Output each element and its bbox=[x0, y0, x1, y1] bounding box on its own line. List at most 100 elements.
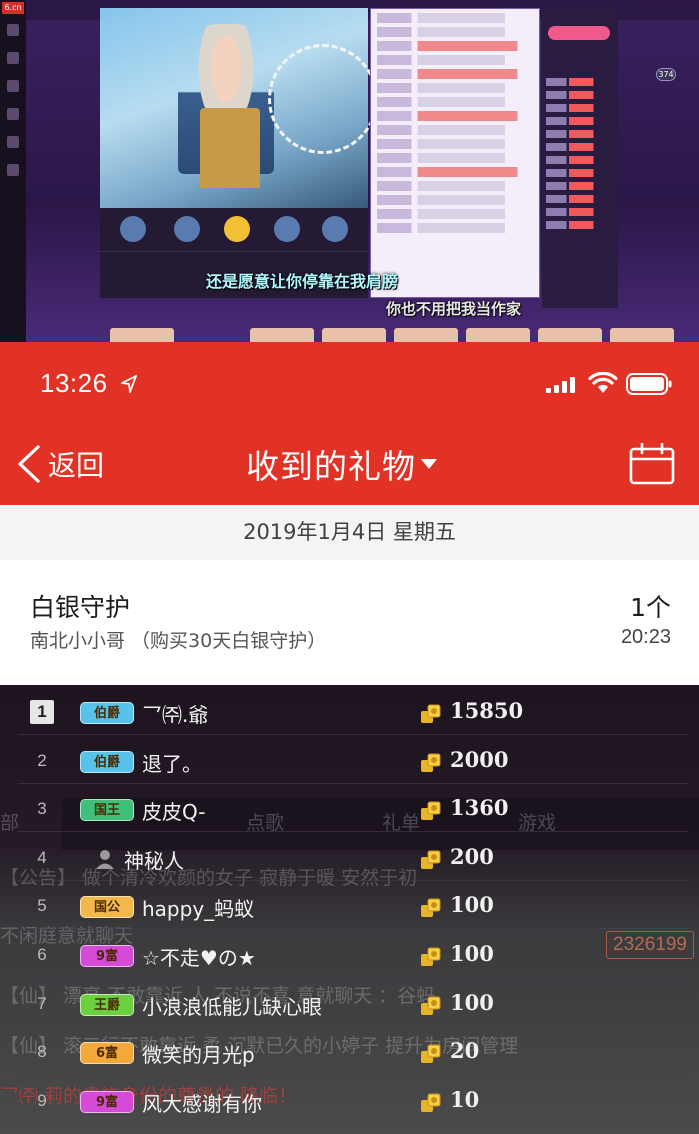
ranking-row[interactable]: 5 国公 happy_蚂蚁 100 bbox=[18, 885, 688, 930]
rank-username: 退了。 bbox=[142, 751, 202, 776]
coin-icon bbox=[421, 996, 441, 1015]
rank-username: 皮皮Q- bbox=[142, 800, 206, 825]
ranking-row[interactable]: 8 6富 微笑的月光p 20 bbox=[18, 1031, 688, 1076]
coin-icon bbox=[421, 1044, 441, 1064]
ranking-row[interactable]: 4 神秘人 200 bbox=[18, 837, 688, 881]
gift-amount: 2000 bbox=[450, 746, 509, 772]
thumbnail bbox=[610, 328, 674, 342]
thumbnail bbox=[538, 328, 602, 342]
desktop-screenshot: 6.cn 374 还是愿意让你停靠在我肩膀 你也不用把我当作家 bbox=[0, 0, 699, 342]
live-video bbox=[100, 8, 378, 208]
calendar-icon[interactable] bbox=[629, 443, 675, 485]
rank-line bbox=[546, 169, 614, 177]
chat-line bbox=[377, 125, 533, 135]
rank-username: 微笑的月光p bbox=[142, 1043, 255, 1068]
gift-record-card[interactable]: 白银守护 南北小小哥 （购买30天白银守护） 1个 20:23 bbox=[0, 560, 699, 685]
rank-badge: 伯爵 bbox=[80, 750, 134, 773]
rank-username: 风大感谢有你 bbox=[142, 1091, 262, 1116]
rank-badge: 9富 bbox=[80, 945, 134, 967]
rank-line bbox=[546, 78, 614, 86]
rank-number: 4 bbox=[37, 847, 47, 867]
rank-username: 神秘人 bbox=[124, 848, 184, 873]
ranking-screenshot: 部 点歌 礼单 游戏 【公告】 做个清冷欢颜的女子 寂静于暖 安然于初 不闲庭意… bbox=[0, 685, 699, 1134]
rank-badge: 国公 bbox=[80, 896, 134, 919]
ranking-row[interactable]: 7 王爵 小浪浪低能儿缺心眼 100 bbox=[18, 983, 688, 1027]
thumbnail bbox=[466, 328, 530, 342]
gift-amount: 100 bbox=[450, 941, 494, 966]
coin-icon bbox=[421, 801, 441, 821]
ranking-row[interactable]: 3 国王 皮皮Q- 1360 bbox=[18, 788, 688, 833]
thumbnail-strip bbox=[100, 314, 690, 342]
gift-icon bbox=[224, 216, 250, 242]
gift-amount: 1360 bbox=[450, 795, 509, 821]
gift-amount: 100 bbox=[450, 892, 494, 918]
chat-line bbox=[377, 55, 533, 65]
rank-number: 9 bbox=[37, 1090, 47, 1110]
rank-number: 5 bbox=[37, 896, 47, 916]
gift-icon bbox=[274, 216, 300, 242]
page-title: 收到的礼物 bbox=[246, 447, 416, 486]
back-button[interactable]: 返回 bbox=[14, 442, 104, 486]
chat-line bbox=[377, 69, 533, 79]
rank-username: happy_蚂蚁 bbox=[142, 897, 255, 922]
chat-line bbox=[377, 167, 533, 177]
rank-badge: 伯爵 bbox=[80, 702, 134, 724]
sidebar-icon bbox=[7, 52, 19, 64]
chat-line bbox=[377, 209, 533, 219]
rank-username: 乛㈜.爺 bbox=[142, 703, 209, 727]
video-tabs bbox=[100, 240, 368, 252]
rank-number: 3 bbox=[37, 799, 47, 819]
rank-line bbox=[546, 156, 614, 164]
gift-time: 20:23 bbox=[620, 626, 671, 648]
gift-name: 白银守护 bbox=[30, 593, 131, 622]
thumbnail bbox=[394, 328, 458, 342]
rank-line bbox=[546, 221, 614, 229]
back-label: 返回 bbox=[48, 449, 105, 482]
chevron-left-icon bbox=[18, 445, 40, 483]
ranking-row[interactable]: 2 伯爵 退了。 2000 bbox=[18, 740, 688, 784]
chat-line bbox=[377, 139, 533, 149]
rank-line bbox=[546, 130, 614, 138]
mystery-user-icon bbox=[96, 849, 114, 869]
sidebar-icon bbox=[7, 80, 19, 92]
sidebar-icon bbox=[7, 136, 19, 148]
gift-amount: 15850 bbox=[450, 698, 524, 723]
coin-icon bbox=[421, 947, 441, 966]
chat-line bbox=[377, 111, 533, 121]
app-header: 13:26 返回 收到的礼物 bbox=[0, 342, 699, 505]
coin-icon bbox=[421, 850, 441, 869]
ranking-row[interactable]: 9 9富 风大感谢有你 10 bbox=[18, 1080, 688, 1124]
sidebar-icon bbox=[7, 164, 19, 176]
chat-line bbox=[377, 83, 533, 93]
chat-panel bbox=[370, 8, 540, 298]
gift-icon bbox=[322, 216, 348, 242]
gift-count: 1个 bbox=[630, 593, 671, 622]
coin-icon bbox=[421, 753, 441, 772]
chat-line bbox=[377, 41, 533, 51]
rank-line bbox=[546, 195, 614, 203]
gift-amount: 200 bbox=[450, 843, 494, 869]
location-arrow-icon bbox=[121, 375, 137, 393]
rank-line bbox=[546, 182, 614, 190]
rank-line bbox=[546, 104, 614, 112]
title-dropdown[interactable]: 收到的礼物 bbox=[246, 440, 438, 488]
lyric-subtitle: 还是愿意让你停靠在我肩膀 bbox=[206, 272, 399, 291]
rank-panel bbox=[542, 8, 618, 308]
sidebar-icon bbox=[7, 108, 19, 120]
status-time: 13:26 bbox=[40, 368, 108, 398]
ranking-row[interactable]: 1 伯爵 乛㈜.爺 15850 bbox=[18, 691, 688, 735]
rank-number: 1 bbox=[30, 700, 54, 724]
coin-icon bbox=[421, 704, 441, 723]
ranking-row[interactable]: 6 9富 ☆不走♥の★ 100 bbox=[18, 934, 688, 978]
rank-badge: 国王 bbox=[80, 799, 134, 822]
rank-badge: 6富 bbox=[80, 1042, 134, 1065]
thumbnail bbox=[322, 328, 386, 342]
ferris-wheel-image bbox=[268, 44, 378, 154]
gift-description: 南北小小哥 （购买30天白银守护） bbox=[30, 630, 327, 652]
rank-number: 8 bbox=[37, 1042, 47, 1062]
rank-line bbox=[546, 117, 614, 125]
gift-amount: 20 bbox=[450, 1038, 480, 1064]
chat-line bbox=[377, 195, 533, 205]
cellular-signal-icon bbox=[546, 377, 575, 393]
date-header: 2019年1月4日 星期五 bbox=[0, 505, 699, 560]
